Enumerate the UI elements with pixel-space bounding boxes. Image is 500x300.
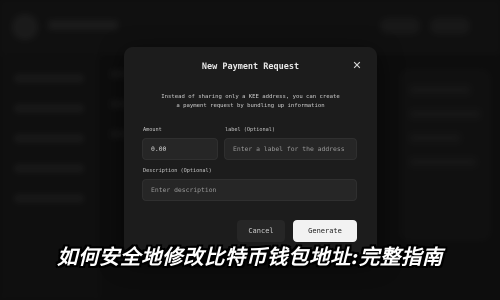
overlay-caption: 如何安全地修改比特币钱包地址:完整指南 [56,245,444,269]
amount-label: Amount [143,127,162,133]
amount-input[interactable]: 0.00 [142,138,218,160]
description-line: Instead of sharing only a KEE address, y… [161,94,340,100]
label-input[interactable]: Enter a label for the address [224,138,357,160]
generate-button[interactable]: Generate [293,220,357,242]
description-field-label: Description (Optional) [143,168,212,174]
label-field-label: label (Optional) [225,127,275,133]
description-line: a payment request by bundling up informa… [176,103,325,109]
description-input[interactable]: Enter description [142,179,357,201]
dialog-title: New Payment Request [201,62,300,72]
close-icon[interactable]: ✕ [351,60,363,72]
cancel-button[interactable]: Cancel [237,220,285,242]
dialog-description: Instead of sharing only a KEE address, y… [142,93,359,111]
payment-request-dialog: New Payment Request ✕ Instead of sharing… [124,47,377,255]
